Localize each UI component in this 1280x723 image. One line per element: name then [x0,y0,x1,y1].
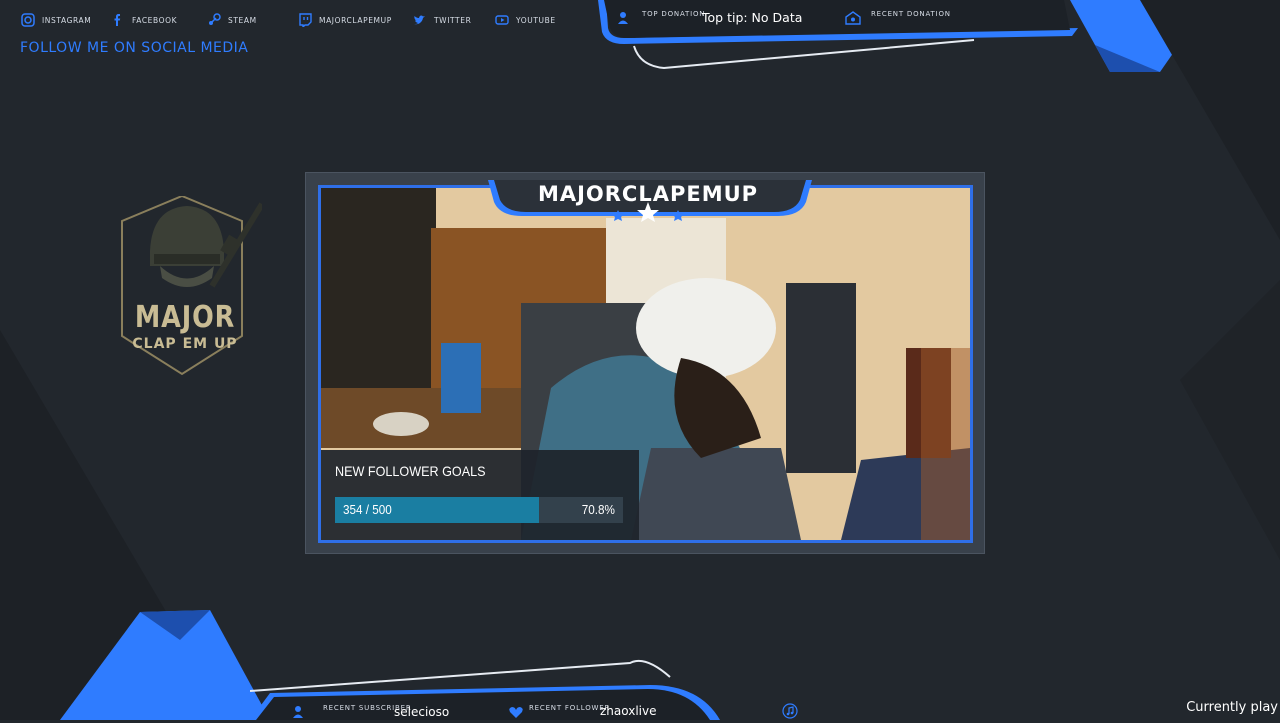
channel-logo: MAJOR CLAP EM UP [112,194,265,376]
follower-goal-widget: NEW FOLLOWER GOALS 354 / 500 70.8% [321,450,639,540]
social-label: TWITTER [434,15,472,25]
goal-percent: 70.8% [581,502,615,517]
social-youtube[interactable]: YOUTUBE [494,10,556,30]
follow-social-heading: FOLLOW ME ON SOCIAL MEDIA [20,40,249,56]
goal-title: NEW FOLLOWER GOALS [335,463,486,479]
music-note-icon [782,703,798,719]
social-steam[interactable]: STEAM [206,10,257,30]
social-label: FACEBOOK [132,15,178,25]
logo-text-major: MAJOR [134,300,236,335]
stream-title: MAJORCLAPEMUP [537,182,759,206]
bottom-panel-frame [250,659,720,720]
facebook-icon [110,12,126,28]
top-tip-text: Top tip: No Data [702,10,803,25]
logo-text-clap: CLAP EM UP [132,336,238,352]
heart-icon [508,704,524,720]
recent-donation-label: RECENT DONATION [871,10,951,18]
youtube-icon [494,12,510,28]
goal-progress-bar: 354 / 500 70.8% [335,497,623,523]
twitter-icon [412,12,428,28]
social-facebook[interactable]: FACEBOOK [110,10,177,30]
social-label: INSTAGRAM [42,15,92,25]
recent-follower-label: RECENT FOLLOWER [529,704,611,712]
instagram-icon [20,12,36,28]
subscriber-icon [291,704,307,720]
social-label: STEAM [228,15,257,25]
donation-icon [616,10,632,26]
social-twitch[interactable]: MAJORCLAPEMUP [297,10,392,30]
social-label: MAJORCLAPEMUP [319,15,392,25]
recent-follower-name: zhaoxlive [600,704,657,718]
recent-subscriber-name: selecioso [394,705,450,719]
now-playing-text: Currently play [1186,700,1278,715]
goal-count: 354 / 500 [343,502,392,517]
recent-donation-icon [845,10,861,26]
social-twitter[interactable]: TWITTER [412,10,471,30]
top-donation-label: TOP DONATION [642,10,706,18]
social-instagram[interactable]: INSTAGRAM [20,10,91,30]
twitch-icon [297,12,313,28]
steam-icon [206,12,222,28]
social-label: YOUTUBE [516,15,556,25]
social-bar: INSTAGRAM FACEBOOK STEAM MAJORCLAPEMUP T… [0,0,580,40]
